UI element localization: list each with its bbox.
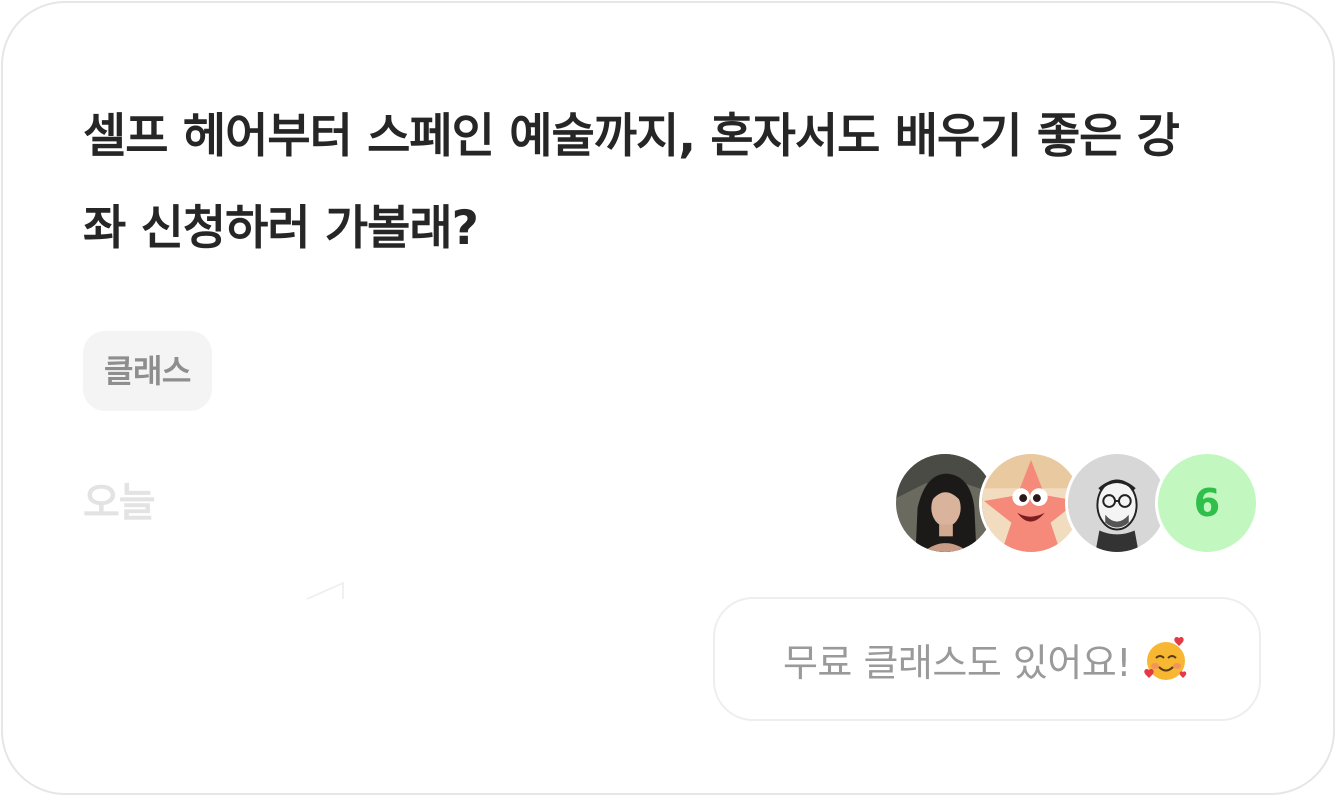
decorative-line-icon [306, 581, 344, 600]
post-date: 오늘 [83, 480, 156, 526]
glasses-man-sketch-icon [1068, 454, 1166, 552]
avatar [1065, 451, 1169, 555]
message-bubble[interactable]: 무료 클래스도 있어요! [713, 597, 1261, 721]
post-card[interactable]: 셀프 헤어부터 스페인 예술까지, 혼자서도 배우기 좋은 강좌 신청하러 가볼… [1, 1, 1335, 795]
category-tag[interactable]: 클래스 [83, 331, 212, 411]
smiling-face-with-hearts-icon [1144, 636, 1187, 680]
participant-count-badge: 6 [1155, 451, 1259, 555]
participant-avatars[interactable]: 6 [893, 451, 1265, 555]
post-title: 셀프 헤어부터 스페인 예술까지, 혼자서도 배우기 좋은 강좌 신청하러 가볼… [83, 109, 1180, 256]
message-text: 무료 클래스도 있어요! [782, 640, 1132, 685]
